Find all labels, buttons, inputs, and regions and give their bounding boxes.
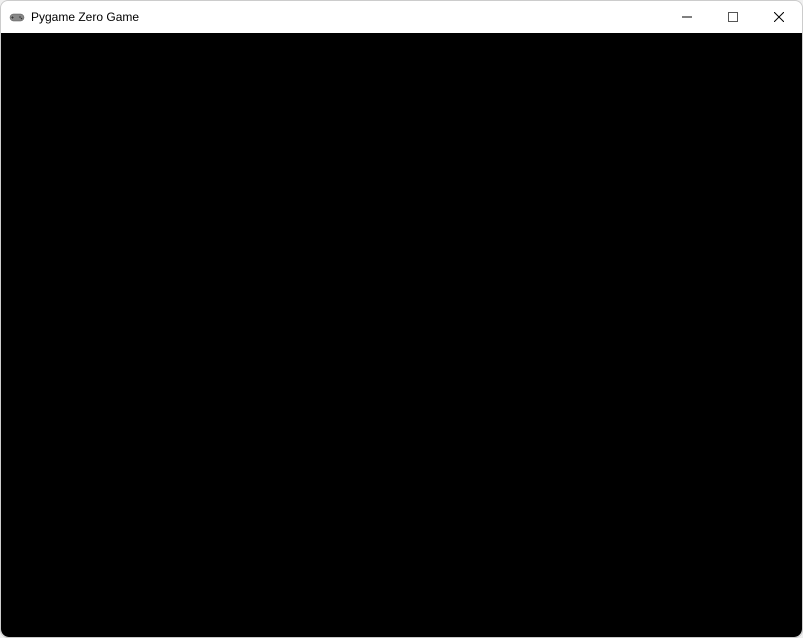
application-window: Pygame Zero Game [0, 0, 803, 638]
maximize-button[interactable] [710, 1, 756, 33]
minimize-button[interactable] [664, 1, 710, 33]
close-icon [774, 12, 784, 22]
gamepad-icon [9, 9, 25, 25]
window-title: Pygame Zero Game [31, 10, 664, 24]
window-controls [664, 1, 802, 33]
maximize-icon [728, 12, 738, 22]
titlebar[interactable]: Pygame Zero Game [1, 1, 802, 33]
game-canvas[interactable] [1, 33, 802, 637]
close-button[interactable] [756, 1, 802, 33]
minimize-icon [682, 12, 692, 22]
